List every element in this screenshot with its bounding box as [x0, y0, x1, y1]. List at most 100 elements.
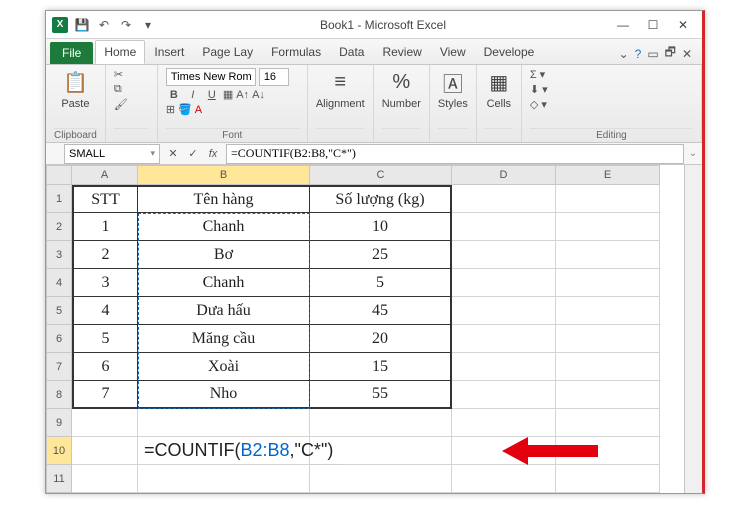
- col-header[interactable]: D: [452, 165, 556, 185]
- fx-icon[interactable]: fx: [204, 145, 222, 163]
- cell[interactable]: [556, 465, 660, 493]
- tab-review[interactable]: Review: [373, 40, 430, 64]
- vertical-scrollbar[interactable]: [684, 165, 702, 493]
- font-name-select[interactable]: [166, 68, 256, 86]
- cell[interactable]: [310, 409, 452, 437]
- cell[interactable]: [452, 297, 556, 325]
- font-size-select[interactable]: [259, 68, 289, 86]
- cell[interactable]: 20: [310, 325, 452, 353]
- cell[interactable]: [138, 409, 310, 437]
- cell[interactable]: [452, 465, 556, 493]
- name-box[interactable]: SMALL▾: [64, 144, 160, 164]
- grow-font-icon[interactable]: A↑: [236, 89, 249, 101]
- formula-input[interactable]: =COUNTIF(B2:B8,"C*"): [226, 144, 684, 164]
- fill-icon[interactable]: ⬇ ▾: [530, 83, 548, 96]
- shrink-font-icon[interactable]: A↓: [252, 89, 265, 101]
- underline-button[interactable]: U: [204, 89, 220, 101]
- cell[interactable]: [452, 325, 556, 353]
- row-header[interactable]: 11: [46, 465, 72, 493]
- maximize-button[interactable]: ☐: [640, 15, 666, 35]
- cell[interactable]: Bơ: [138, 241, 310, 269]
- cell[interactable]: 2: [72, 241, 138, 269]
- tab-pagelayout[interactable]: Page Lay: [193, 40, 262, 64]
- tab-developer[interactable]: Develope: [475, 40, 544, 64]
- cell[interactable]: [72, 437, 138, 465]
- save-icon[interactable]: 💾: [74, 17, 90, 33]
- cell[interactable]: Số lượng (kg): [310, 185, 452, 213]
- row-header[interactable]: 4: [46, 269, 72, 297]
- cell[interactable]: Chanh: [138, 269, 310, 297]
- cell[interactable]: [452, 241, 556, 269]
- tab-data[interactable]: Data: [330, 40, 373, 64]
- ribbon-minimize-icon[interactable]: ⌄: [619, 47, 629, 61]
- cell[interactable]: Dưa hấu: [138, 297, 310, 325]
- cell[interactable]: STT: [72, 185, 138, 213]
- cell[interactable]: [452, 213, 556, 241]
- qat-dropdown-icon[interactable]: ▾: [140, 17, 156, 33]
- cell[interactable]: [556, 437, 660, 465]
- cancel-formula-icon[interactable]: ✕: [164, 145, 182, 163]
- cell[interactable]: 3: [72, 269, 138, 297]
- cell[interactable]: [72, 409, 138, 437]
- cell[interactable]: [310, 465, 452, 493]
- cell[interactable]: 5: [310, 269, 452, 297]
- row-header[interactable]: 2: [46, 213, 72, 241]
- borders-icon[interactable]: ⊞: [166, 103, 175, 116]
- cell[interactable]: [138, 465, 310, 493]
- copy-icon[interactable]: ⧉: [114, 83, 122, 96]
- row-header[interactable]: 3: [46, 241, 72, 269]
- active-cell-b10[interactable]: =COUNTIF(B2:B8,"C*"): [138, 437, 310, 465]
- cell[interactable]: 55: [310, 381, 452, 409]
- tab-formulas[interactable]: Formulas: [262, 40, 330, 64]
- tab-view[interactable]: View: [431, 40, 475, 64]
- formula-expand-icon[interactable]: ⌄: [684, 148, 702, 159]
- paste-button[interactable]: 📋 Paste: [54, 68, 97, 110]
- row-header[interactable]: 8: [46, 381, 72, 409]
- cell[interactable]: Chanh: [138, 213, 310, 241]
- styles-button[interactable]: 🄰Styles: [438, 68, 468, 110]
- redo-icon[interactable]: ↷: [118, 17, 134, 33]
- cell[interactable]: [556, 409, 660, 437]
- cell[interactable]: [452, 409, 556, 437]
- cell[interactable]: 4: [72, 297, 138, 325]
- enter-formula-icon[interactable]: ✓: [184, 145, 202, 163]
- row-header[interactable]: 6: [46, 325, 72, 353]
- col-header[interactable]: A: [72, 165, 138, 185]
- minimize-button[interactable]: —: [610, 15, 636, 35]
- cell[interactable]: [452, 437, 556, 465]
- cell[interactable]: [556, 185, 660, 213]
- cell[interactable]: 45: [310, 297, 452, 325]
- doc-close-icon[interactable]: ✕: [682, 47, 692, 61]
- cell[interactable]: [556, 297, 660, 325]
- col-header[interactable]: B: [138, 165, 310, 185]
- cell[interactable]: [556, 353, 660, 381]
- cell[interactable]: Măng cầu: [138, 325, 310, 353]
- tab-home[interactable]: Home: [95, 40, 145, 64]
- cell[interactable]: [556, 213, 660, 241]
- undo-icon[interactable]: ↶: [96, 17, 112, 33]
- font-color-icon[interactable]: A: [195, 104, 202, 116]
- format-painter-icon[interactable]: 🖌: [114, 98, 128, 111]
- row-header[interactable]: 1: [46, 185, 72, 213]
- autosum-icon[interactable]: Σ ▾: [530, 68, 545, 81]
- cell[interactable]: 5: [72, 325, 138, 353]
- cell[interactable]: Nho: [138, 381, 310, 409]
- tab-insert[interactable]: Insert: [145, 40, 193, 64]
- bold-button[interactable]: B: [166, 89, 182, 101]
- row-header[interactable]: 5: [46, 297, 72, 325]
- alignment-button[interactable]: ≡Alignment: [316, 68, 365, 110]
- cell[interactable]: [556, 241, 660, 269]
- cell[interactable]: 10: [310, 213, 452, 241]
- select-all-corner[interactable]: [46, 165, 72, 185]
- fill-color-icon[interactable]: 🪣: [178, 103, 192, 116]
- help-icon[interactable]: ?: [635, 47, 642, 61]
- number-button[interactable]: %Number: [382, 68, 421, 110]
- cell[interactable]: Xoài: [138, 353, 310, 381]
- cell[interactable]: [452, 381, 556, 409]
- border-button[interactable]: ▦: [223, 88, 233, 101]
- cell[interactable]: 15: [310, 353, 452, 381]
- row-header[interactable]: 7: [46, 353, 72, 381]
- cell[interactable]: [72, 465, 138, 493]
- cell[interactable]: 6: [72, 353, 138, 381]
- cell[interactable]: [556, 269, 660, 297]
